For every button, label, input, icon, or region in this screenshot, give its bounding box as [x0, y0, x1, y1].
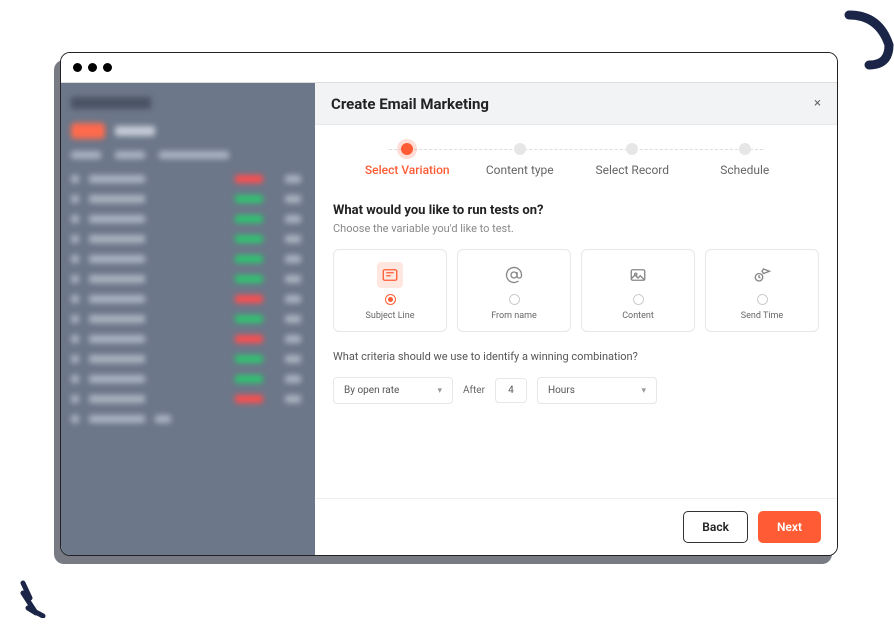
step-label: Select Variation — [365, 163, 450, 177]
unit-select[interactable]: Hours ▾ — [537, 377, 657, 404]
radio-icon — [509, 294, 520, 305]
variation-options: Subject Line From name C — [333, 249, 819, 332]
step-circle-icon — [626, 143, 638, 155]
option-content[interactable]: Content — [581, 249, 695, 332]
window-titlebar — [61, 53, 837, 83]
option-label: Send Time — [741, 311, 783, 321]
criteria-row: By open rate ▾ After Hours ▾ — [333, 377, 819, 404]
time-flight-icon — [752, 265, 772, 285]
stepper: Select Variation Content type Select Rec… — [315, 125, 837, 185]
option-subject-line[interactable]: Subject Line — [333, 249, 447, 332]
at-sign-icon — [504, 265, 524, 285]
browser-window: Create Email Marketing × Select Variatio… — [60, 52, 838, 556]
decorative-shape-squiggle-bl — [18, 578, 58, 618]
after-label: After — [463, 385, 485, 396]
create-email-modal: Create Email Marketing × Select Variatio… — [315, 83, 837, 555]
select-value: By open rate — [344, 385, 399, 396]
radio-icon — [385, 294, 396, 305]
step-circle-icon — [401, 143, 413, 155]
image-icon — [628, 265, 648, 285]
modal-footer: Back Next — [315, 498, 837, 555]
metric-select[interactable]: By open rate ▾ — [333, 377, 453, 404]
close-icon[interactable]: × — [814, 96, 821, 111]
decorative-shape-arc-tr — [834, 10, 894, 70]
chevron-down-icon: ▾ — [641, 386, 646, 396]
subject-line-icon — [380, 265, 400, 285]
option-label: Subject Line — [366, 311, 415, 321]
option-label: Content — [622, 311, 654, 321]
question-title: What would you like to run tests on? — [333, 203, 819, 218]
window-control-dot[interactable] — [88, 63, 97, 72]
radio-icon — [757, 294, 768, 305]
criteria-question: What criteria should we use to identify … — [333, 350, 819, 363]
step-circle-icon — [739, 143, 751, 155]
chevron-down-icon: ▾ — [437, 386, 442, 396]
step-label: Select Record — [595, 163, 669, 177]
back-button[interactable]: Back — [683, 511, 748, 543]
step-circle-icon — [514, 143, 526, 155]
window-control-dot[interactable] — [73, 63, 82, 72]
next-button[interactable]: Next — [758, 511, 821, 543]
step-label: Content type — [486, 163, 554, 177]
option-send-time[interactable]: Send Time — [705, 249, 819, 332]
background-overlay — [61, 83, 315, 555]
option-from-name[interactable]: From name — [457, 249, 571, 332]
window-control-dot[interactable] — [103, 63, 112, 72]
step-label: Schedule — [720, 163, 769, 177]
option-label: From name — [491, 311, 537, 321]
after-value-input[interactable] — [495, 378, 527, 403]
modal-header: Create Email Marketing × — [315, 83, 837, 125]
question-subtext: Choose the variable you'd like to test. — [333, 222, 819, 235]
radio-icon — [633, 294, 644, 305]
select-value: Hours — [548, 385, 575, 396]
modal-title: Create Email Marketing — [331, 95, 489, 113]
